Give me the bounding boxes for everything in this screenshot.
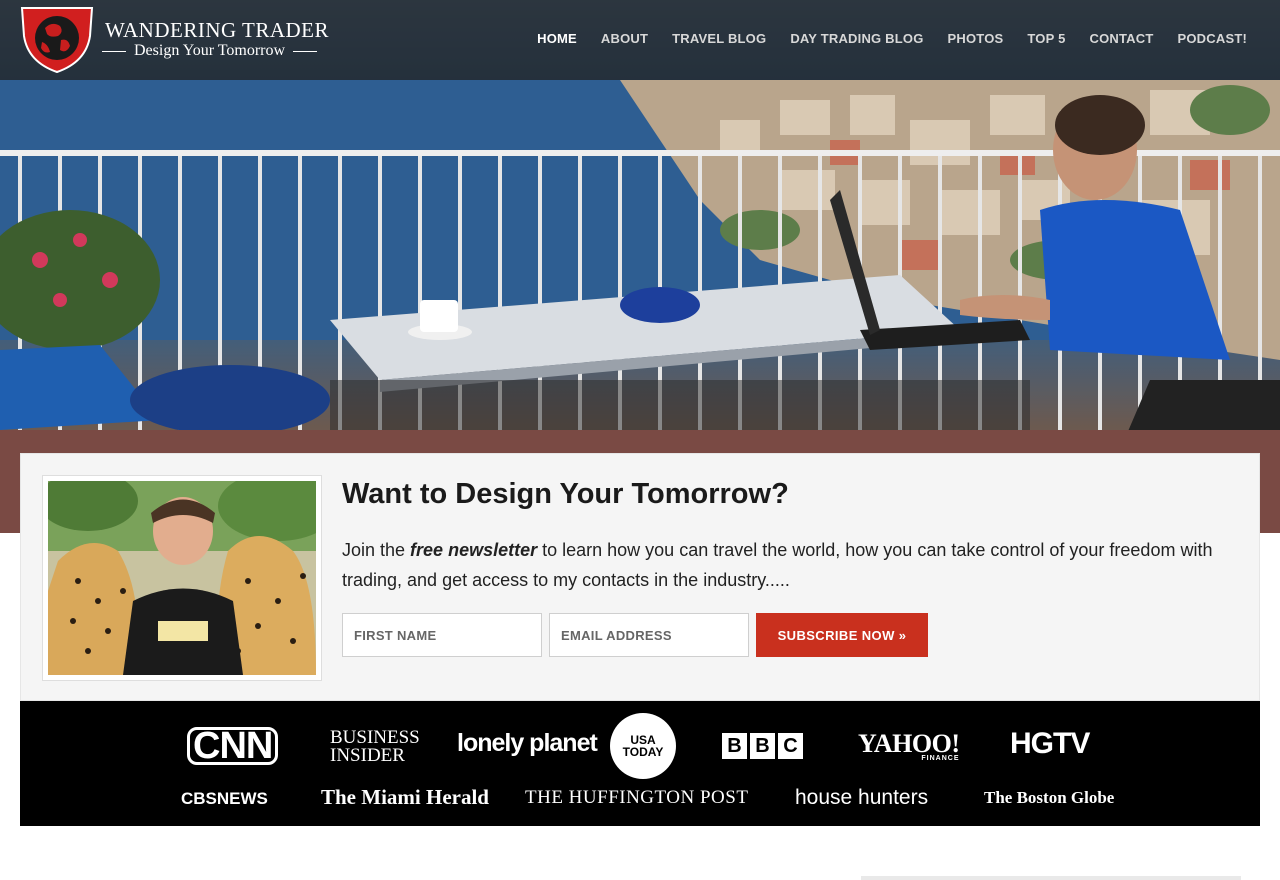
nav-home[interactable]: HOME <box>537 31 577 46</box>
miami-herald-logo: The Miami Herald <box>321 785 489 809</box>
site-logo[interactable]: WANDERING TRADER Design Your Tomorrow <box>20 4 330 76</box>
boston-globe-logo: The Boston Globe <box>984 788 1115 807</box>
subscribe-button[interactable]: SUBSCRIBE NOW » <box>756 613 928 657</box>
nav-podcast[interactable]: PODCAST! <box>1178 31 1248 46</box>
optin-photo <box>48 481 316 675</box>
email-input[interactable] <box>549 613 749 657</box>
nav-top-5[interactable]: TOP 5 <box>1027 31 1065 46</box>
usa-today-logo: USA TODAY <box>610 713 676 779</box>
main-nav: HOME ABOUT TRAVEL BLOG DAY TRADING BLOG … <box>537 31 1247 46</box>
nav-photos[interactable]: PHOTOS <box>948 31 1004 46</box>
brand-subtitle-text: Design Your Tomorrow <box>134 42 286 59</box>
cbs-news-logo: CBSNEWS <box>181 789 268 808</box>
lonely-planet-logo: lonely planet <box>457 729 598 757</box>
optin-photo-frame <box>42 475 322 681</box>
brand-subtitle: Design Your Tomorrow <box>102 42 318 60</box>
yahoo-text: YAHOO! <box>858 729 960 758</box>
optin-text-before: Join the <box>342 540 411 560</box>
cnn-logo: CNN <box>187 727 279 765</box>
newsletter-optin: Want to Design Your Tomorrow? Join the f… <box>20 453 1260 701</box>
optin-description: Join the free newsletter to learn how yo… <box>342 535 1232 595</box>
house-hunters-logo: house hunters <box>795 786 929 809</box>
bbc-letter: C <box>778 733 803 759</box>
nav-about[interactable]: ABOUT <box>601 31 648 46</box>
optin-text-emphasis: free newsletter <box>410 540 538 560</box>
cheetahs-photo <box>48 481 316 675</box>
bbc-logo: B B C <box>722 733 803 759</box>
bbc-letter: B <box>722 733 747 759</box>
divider <box>293 50 318 52</box>
press-logos-bar: CNN BUSINESS INSIDER lonely planet USA T… <box>20 701 1260 826</box>
divider <box>102 50 126 52</box>
bbc-letter: B <box>750 733 775 759</box>
nav-contact[interactable]: CONTACT <box>1090 31 1154 46</box>
brand-title: WANDERING TRADER <box>105 18 330 42</box>
optin-title: Want to Design Your Tomorrow? <box>342 478 789 510</box>
business-insider-line2: INSIDER <box>330 745 405 766</box>
nav-day-trading-blog[interactable]: DAY TRADING BLOG <box>790 31 923 46</box>
usa-today-line2: TODAY <box>622 745 664 759</box>
top-navbar: WANDERING TRADER Design Your Tomorrow HO… <box>0 0 1280 80</box>
hgtv-logo: HGTV <box>1010 727 1090 760</box>
huffington-post-logo: THE HUFFINGTON POST <box>525 787 749 808</box>
nav-travel-blog[interactable]: TRAVEL BLOG <box>672 31 766 46</box>
business-insider-logo: BUSINESS INSIDER <box>330 728 420 766</box>
sidebar-widget-edge <box>861 876 1241 880</box>
yahoo-finance-logo: YAHOO! FINANCE <box>858 729 960 763</box>
first-name-input[interactable] <box>342 613 542 657</box>
shield-globe-icon <box>20 7 94 74</box>
